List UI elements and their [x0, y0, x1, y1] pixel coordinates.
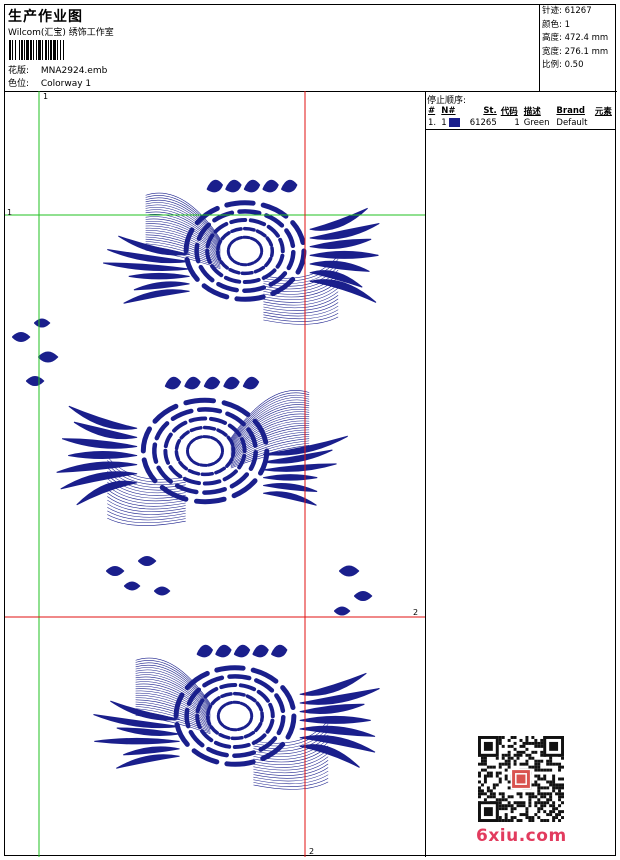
guide-label-h2: 2: [413, 608, 419, 617]
stop-sequence-title: 停止顺序:: [427, 96, 467, 106]
design-height: 高度: 472.4 mm: [542, 33, 609, 43]
production-sheet: 生产作业图 Wilcom(汇宝) 绣饰工作室 花版: MNA2924.emb 色…: [4, 4, 617, 857]
guide-label-h1: 1: [7, 208, 13, 217]
table-header-row: # N# St. 代码 描述 Brand 元素: [426, 105, 616, 117]
column-header: 代码: [500, 107, 518, 117]
barcode: [9, 40, 145, 60]
stop-sequence-table: # N# St. 代码 描述 Brand 元素 1. 1 61265 1 Gre…: [426, 105, 616, 130]
row-needle: 1: [441, 118, 447, 128]
column-header: Brand: [556, 106, 585, 116]
color-count: 颜色: 1: [542, 19, 570, 30]
guide-label-v2: 2: [309, 847, 315, 856]
column-header: 描述: [523, 107, 541, 117]
design-file-row: 花版: MNA2924.emb: [8, 63, 107, 76]
row-element: [593, 117, 616, 130]
sheet-header: 生产作业图 Wilcom(汇宝) 绣饰工作室 花版: MNA2924.emb 色…: [5, 5, 617, 92]
thread-color-swatch: [449, 118, 461, 127]
design-preview: 1 1 2 2: [5, 91, 426, 857]
design-width: 宽度: 276.1 mm: [542, 46, 609, 57]
colorway-label: 色位:: [8, 79, 30, 89]
qr-code: [478, 736, 564, 822]
design-info: 针迹: 61267 颜色: 1 高度: 472.4 mm 宽度: 276.1 m…: [539, 5, 617, 91]
software-name: Wilcom(汇宝) 绣饰工作室: [8, 28, 114, 38]
stitch-count: 针迹: 61267: [542, 6, 592, 16]
column-header: #: [428, 106, 436, 116]
sheet-title: 生产作业图: [8, 9, 83, 25]
row-stitches: 61265: [469, 118, 497, 128]
embroidery-artwork: [5, 91, 425, 857]
column-header: 元素: [594, 107, 612, 117]
design-scale: 比例: 0.50: [542, 60, 584, 70]
colorway-row: 色位: Colorway 1: [8, 76, 91, 89]
design-file-value: MNA2924.emb: [40, 66, 108, 76]
column-header: St.: [483, 106, 497, 116]
row-index: 1.: [428, 118, 437, 128]
colorway-value: Colorway 1: [40, 79, 92, 89]
watermark: 6xiu.com: [476, 826, 567, 846]
design-file-label: 花版:: [8, 66, 30, 76]
column-header: N#: [441, 106, 456, 116]
row-description: Green: [523, 118, 550, 128]
table-row: 1. 1 61265 1 Green Default: [426, 117, 616, 130]
row-code: 1: [514, 118, 520, 128]
guide-label-v1: 1: [43, 92, 49, 101]
row-brand: Default: [556, 118, 588, 128]
